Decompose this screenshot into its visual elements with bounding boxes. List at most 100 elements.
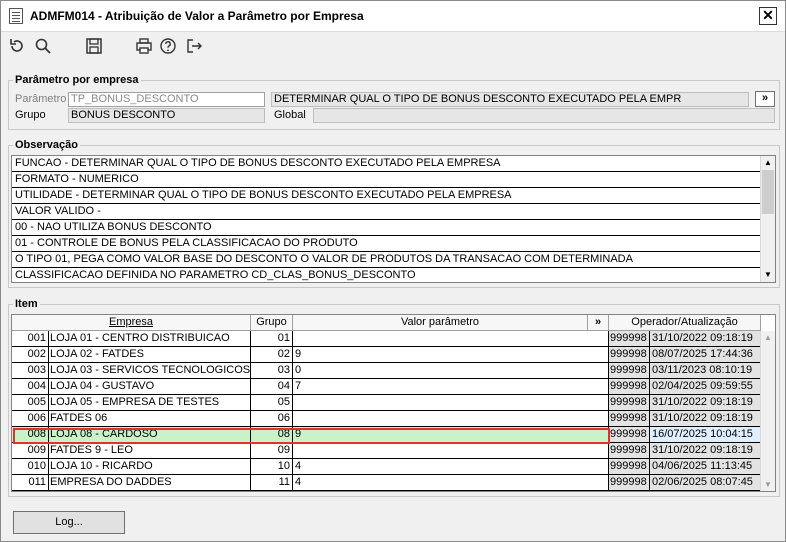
table-row[interactable]: 005 LOJA 05 - EMPRESA DE TESTES 05 999998 31…	[12, 395, 761, 411]
undo-icon[interactable]	[7, 37, 27, 57]
valor-cell[interactable]: 0	[293, 363, 609, 379]
window: ADMFM014 - Atribuição de Valor a Parâmet…	[0, 0, 786, 542]
grupo-cell: 08	[251, 427, 293, 443]
empresa-name-cell: LOJA 10 - RICARDO	[49, 459, 251, 475]
parametro-field[interactable]: TP_BONUS_DESCONTO	[68, 92, 265, 107]
valor-cell[interactable]: 7	[293, 379, 609, 395]
observacao-text-area[interactable]: FUNCAO - DETERMINAR QUAL O TIPO DE BONUS…	[11, 155, 776, 283]
table-row[interactable]: 006 FATDES 06 06 999998 31/10/2022 09:18:19	[12, 411, 761, 427]
expand-valor-button[interactable]: »	[588, 315, 609, 331]
table-row[interactable]: 010 LOJA 10 - RICARDO 10 4 999998 04/06/2025 …	[12, 459, 761, 475]
table-row[interactable]: 008 LOJA 08 - CARDOSO 08 9 999998 16/07/2025 …	[12, 427, 761, 443]
empresa-code-cell: 009	[12, 443, 49, 459]
grupo-cell: 09	[251, 443, 293, 459]
empresa-code-cell: 003	[12, 363, 49, 379]
observacao-line: UTILIDADE - DETERMINAR QUAL O TIPO DE BO…	[12, 188, 761, 204]
close-button[interactable]: ✕	[759, 7, 777, 25]
valor-cell[interactable]: 4	[293, 459, 609, 475]
empresa-code-cell: 005	[12, 395, 49, 411]
table-row[interactable]: 001 LOJA 01 - CENTRO DISTRIBUICAO 01 999998…	[12, 331, 761, 347]
valor-cell[interactable]: 4	[293, 475, 609, 491]
table-row[interactable]: 002 LOJA 02 - FATDES 02 9 999998 08/07/2025 1…	[12, 347, 761, 363]
empresa-name-cell: LOJA 03 - SERVICOS TECNOLOGICOS LTDA	[49, 363, 251, 379]
grupo-cell: 02	[251, 347, 293, 363]
empresa-name-cell: LOJA 01 - CENTRO DISTRIBUICAO	[49, 331, 251, 347]
atualizacao-cell: 03/11/2023 08:10:19	[650, 363, 761, 379]
operador-cell: 999998	[609, 411, 650, 427]
scroll-down-icon[interactable]: ▼	[761, 478, 775, 491]
search-icon[interactable]	[33, 37, 53, 57]
table-row[interactable]: 004 LOJA 04 - GUSTAVO 04 7 999998 02/04/2025 …	[12, 379, 761, 395]
empresa-code-cell: 006	[12, 411, 49, 427]
global-field[interactable]	[313, 108, 775, 123]
log-button[interactable]: Log...	[13, 511, 125, 534]
grupo-cell: 10	[251, 459, 293, 475]
empresa-name-cell: EMPRESA DO DADDES	[49, 475, 251, 491]
observacao-line: 00 - NAO UTILIZA BONUS DESCONTO	[12, 220, 761, 236]
operador-cell: 999998	[609, 347, 650, 363]
column-header-operador[interactable]: Operador/Atualização	[609, 315, 761, 331]
valor-cell[interactable]	[293, 331, 609, 347]
operador-cell: 999998	[609, 459, 650, 475]
valor-cell[interactable]	[293, 411, 609, 427]
table-row[interactable]: 003LOJA 03 - SERVICOS TECNOLOGICOS LTDA0…	[12, 363, 761, 379]
grupo-cell: 03	[251, 363, 293, 379]
valor-cell[interactable]	[293, 395, 609, 411]
valor-cell[interactable]: 9	[293, 427, 609, 443]
observacao-section-legend: Observação	[15, 139, 78, 151]
expand-parametro-button[interactable]: »	[755, 91, 775, 107]
empresa-name-cell: FATDES 9 - LEO	[49, 443, 251, 459]
atualizacao-cell: 02/06/2025 08:07:45	[650, 475, 761, 491]
atualizacao-cell: 31/10/2022 09:18:19	[650, 443, 761, 459]
grupo-label: Grupo	[15, 109, 46, 121]
atualizacao-cell: 16/07/2025 10:04:15	[650, 427, 761, 443]
print-icon[interactable]	[134, 37, 154, 57]
observacao-line: FORMATO - NUMERICO	[12, 172, 761, 188]
operador-cell: 999998	[609, 427, 650, 443]
scroll-down-icon[interactable]: ▼	[761, 268, 775, 282]
parametro-label: Parâmetro	[15, 93, 67, 105]
empresa-code-cell: 001	[12, 331, 49, 347]
atualizacao-cell: 08/07/2025 17:44:36	[650, 347, 761, 363]
grupo-field: BONUS DESCONTO	[68, 108, 265, 123]
empresa-code-cell: 010	[12, 459, 49, 475]
observacao-scrollbar[interactable]: ▲ ▼	[760, 156, 775, 282]
grupo-cell: 01	[251, 331, 293, 347]
empresa-code-cell: 002	[12, 347, 49, 363]
empresa-name-cell: LOJA 08 - CARDOSO	[49, 427, 251, 443]
valor-cell[interactable]	[293, 443, 609, 459]
title-bar: ADMFM014 - Atribuição de Valor a Parâmet…	[1, 1, 785, 32]
exit-icon[interactable]	[184, 37, 204, 57]
valor-cell[interactable]: 9	[293, 347, 609, 363]
atualizacao-cell: 31/10/2022 09:18:19	[650, 395, 761, 411]
operador-cell: 999998	[609, 475, 650, 491]
column-header-valor[interactable]: Valor parâmetro	[293, 315, 588, 331]
scroll-up-icon[interactable]: ▲	[761, 156, 775, 170]
operador-cell: 999998	[609, 443, 650, 459]
grupo-cell: 05	[251, 395, 293, 411]
item-grid-scrollbar[interactable]: ▲ ▼	[760, 331, 775, 491]
empresa-code-cell: 008	[12, 427, 49, 443]
scroll-up-icon[interactable]: ▲	[761, 331, 775, 345]
save-icon[interactable]	[84, 37, 104, 57]
operador-cell: 999998	[609, 395, 650, 411]
scroll-thumb[interactable]	[762, 170, 774, 214]
table-row[interactable]: 011 EMPRESA DO DADDES 11 4 999998 02/06/2025 …	[12, 475, 761, 491]
atualizacao-cell: 31/10/2022 09:18:19	[650, 331, 761, 347]
operador-cell: 999998	[609, 331, 650, 347]
column-header-empresa[interactable]: Empresa	[12, 315, 251, 331]
help-icon[interactable]	[158, 37, 178, 57]
table-row[interactable]: 009 FATDES 9 - LEO 09 999998 31/10/2022 09:1…	[12, 443, 761, 459]
empresa-name-cell: LOJA 05 - EMPRESA DE TESTES	[49, 395, 251, 411]
operador-cell: 999998	[609, 363, 650, 379]
atualizacao-cell: 02/04/2025 09:59:55	[650, 379, 761, 395]
param-section-legend: Parâmetro por empresa	[15, 74, 139, 86]
operador-cell: 999998	[609, 379, 650, 395]
empresa-code-cell: 011	[12, 475, 49, 491]
empresa-name-cell: FATDES 06	[49, 411, 251, 427]
window-title: ADMFM014 - Atribuição de Valor a Parâmet…	[30, 9, 364, 23]
global-label: Global	[274, 109, 306, 121]
column-header-grupo[interactable]: Grupo	[251, 315, 293, 331]
parametro-description-field: DETERMINAR QUAL O TIPO DE BONUS DESCONTO…	[271, 92, 749, 107]
atualizacao-cell: 04/06/2025 11:13:45	[650, 459, 761, 475]
